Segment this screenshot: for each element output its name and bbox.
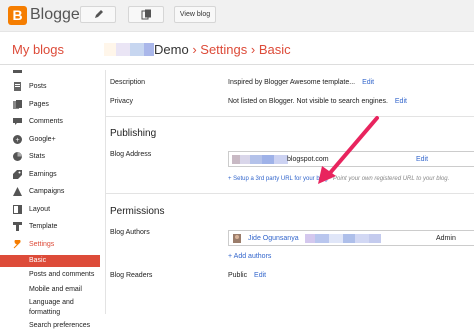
blog-address-label: Blog Address xyxy=(110,151,152,158)
sidebar-item-posts[interactable]: Posts xyxy=(0,80,100,98)
sidebar-item-pages[interactable]: Pages xyxy=(0,98,100,116)
sidebar-item-earnings[interactable]: Earnings xyxy=(0,168,100,186)
sidebar: Posts Pages Comments + Google+ Stats Ear… xyxy=(0,70,100,329)
blog-address-suffix: blogspot.com xyxy=(287,156,329,163)
blog-readers-value: Public Edit xyxy=(228,272,267,279)
layout-icon xyxy=(13,204,22,214)
brand-name[interactable]: Blogger xyxy=(30,6,85,24)
blogger-logo-icon[interactable]: B xyxy=(8,6,27,25)
new-post-button[interactable] xyxy=(80,6,116,23)
sidebar-subitem-language[interactable]: Language and xyxy=(0,296,100,306)
sidebar-item-comments[interactable]: Comments xyxy=(0,115,100,133)
stats-icon xyxy=(13,152,22,161)
description-edit-link[interactable]: Edit xyxy=(362,79,374,86)
privacy-label: Privacy xyxy=(110,98,133,105)
blog-readers-label: Blog Readers xyxy=(110,272,153,279)
view-blog-button[interactable]: View blog xyxy=(174,6,216,23)
sidebar-subitem-posts-comments[interactable]: Posts and comments xyxy=(0,267,100,281)
breadcrumb-separator: › xyxy=(250,42,256,57)
avatar xyxy=(233,234,241,243)
posts-icon xyxy=(14,82,21,91)
top-bar: B Blogger View blog xyxy=(0,0,474,32)
sidebar-item-campaigns[interactable]: Campaigns xyxy=(0,185,100,203)
sidebar-item-settings[interactable]: Settings xyxy=(0,238,100,256)
sidebar-subitem-search-preferences[interactable]: Search preferences xyxy=(0,317,100,329)
section-divider xyxy=(106,116,474,117)
breadcrumb: Demo › Settings › Basic xyxy=(154,42,291,57)
my-blogs-link[interactable]: My blogs xyxy=(12,42,64,57)
permissions-heading: Permissions xyxy=(110,206,165,217)
pencil-icon xyxy=(94,10,103,18)
description-label: Description xyxy=(110,79,146,86)
blog-authors-label: Blog Authors xyxy=(110,229,150,236)
blog-name-blurred xyxy=(104,43,154,56)
sidebar-item-layout[interactable]: Layout xyxy=(0,203,100,221)
breadcrumb-settings[interactable]: Settings xyxy=(200,42,247,57)
blog-address-blurred xyxy=(232,155,288,164)
comments-icon xyxy=(13,118,22,125)
author-role: Admin xyxy=(436,235,456,242)
author-email-blurred xyxy=(305,234,381,243)
sidebar-item-stats[interactable]: Stats xyxy=(0,150,100,168)
header-divider xyxy=(0,64,474,65)
description-value: Inspired by Blogger Awesome template... … xyxy=(228,79,375,86)
sidebar-item-template[interactable]: Template xyxy=(0,220,100,238)
blog-address-field: blogspot.com Edit xyxy=(228,151,474,167)
privacy-edit-link[interactable]: Edit xyxy=(395,98,407,105)
breadcrumb-separator: › xyxy=(192,42,197,57)
blog-name[interactable]: Demo xyxy=(154,42,189,57)
sidebar-subitem-formatting[interactable]: formatting xyxy=(0,306,100,317)
setup-3rd-party-url-link[interactable]: + Setup a 3rd party URL for your blog xyxy=(228,176,328,182)
author-name-link[interactable]: Jide Ogunsanya xyxy=(248,235,299,242)
documents-icon xyxy=(141,9,151,20)
sidebar-subitem-basic[interactable]: Basic xyxy=(0,255,100,267)
pages-icon xyxy=(13,99,22,109)
publishing-heading: Publishing xyxy=(110,128,157,139)
section-divider xyxy=(106,193,474,194)
google-plus-icon: + xyxy=(13,134,22,144)
wrench-icon xyxy=(13,239,21,248)
blog-address-edit-link[interactable]: Edit xyxy=(416,156,428,163)
add-authors-link[interactable]: + Add authors xyxy=(228,253,271,260)
campaigns-icon xyxy=(13,187,22,196)
sidebar-subitem-mobile-email[interactable]: Mobile and email xyxy=(0,281,100,296)
svg-text:+: + xyxy=(15,137,19,144)
custom-domain-hint: - Point your own registered URL to your … xyxy=(329,176,450,182)
sidebar-item-google-plus[interactable]: + Google+ xyxy=(0,133,100,151)
blog-readers-edit-link[interactable]: Edit xyxy=(254,272,266,279)
content-divider xyxy=(105,70,106,314)
breadcrumb-basic: Basic xyxy=(258,42,291,57)
privacy-value: Not listed on Blogger. Not visible to se… xyxy=(228,98,407,105)
earnings-icon xyxy=(13,169,22,179)
custom-domain-row: + Setup a 3rd party URL for your blog - … xyxy=(228,176,449,182)
sidebar-item-overview-partial[interactable] xyxy=(0,70,100,80)
posts-list-button[interactable] xyxy=(128,6,164,23)
template-icon xyxy=(13,222,22,231)
authors-list: Jide Ogunsanya Admin xyxy=(228,230,474,246)
